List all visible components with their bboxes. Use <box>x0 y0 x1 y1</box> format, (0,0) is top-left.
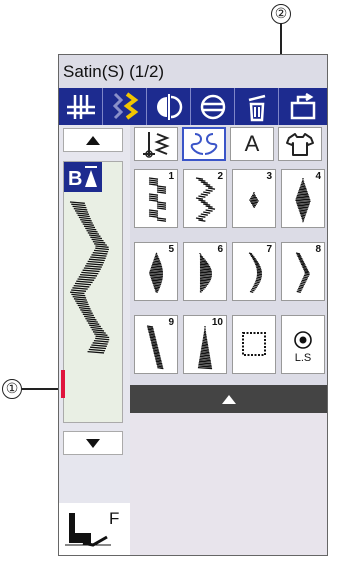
return-icon <box>290 92 316 119</box>
pattern-grid: 1 2 3 4 5 6 7 8 9 10 L.S <box>134 169 327 385</box>
pattern-slanted-bar[interactable]: 9 <box>134 315 178 374</box>
pattern-number: 9 <box>168 317 174 328</box>
pattern-number: 8 <box>315 244 321 255</box>
pattern-number: 1 <box>168 171 174 182</box>
mirror-image-button[interactable] <box>147 88 191 125</box>
page-up-icon <box>221 394 236 404</box>
pattern-number: 3 <box>266 171 272 182</box>
screen-title: Satin(S) (1/2) <box>59 55 327 88</box>
letter-a-icon: A <box>244 131 260 156</box>
pattern-number: 4 <box>315 171 321 182</box>
scroll-up-button[interactable] <box>63 128 123 152</box>
left-panel: B F <box>59 125 130 555</box>
toolbar <box>59 88 327 125</box>
satin-pattern-icon <box>190 133 218 155</box>
presser-foot-letter: F <box>109 509 120 528</box>
lock-stitch-icon <box>294 331 312 349</box>
lock-stitch-label: L.S <box>294 352 312 364</box>
delete-button[interactable] <box>235 88 279 125</box>
tab-garment[interactable] <box>278 127 322 161</box>
tab-letters[interactable]: A <box>230 127 274 161</box>
pattern-number: 6 <box>217 244 223 255</box>
twin-needle-button[interactable] <box>103 88 147 125</box>
pattern-dotted-square[interactable] <box>232 315 276 374</box>
return-button[interactable] <box>279 88 327 125</box>
needle-position-icon <box>66 94 95 119</box>
callout-1-leader <box>22 388 62 390</box>
pattern-number: 10 <box>211 317 223 328</box>
callout-2: ② <box>271 4 291 24</box>
stitch-preview: B <box>61 161 123 423</box>
pattern-chevron[interactable]: 8 <box>281 242 325 301</box>
pattern-number: 5 <box>168 244 174 255</box>
stitch-category-icon <box>143 132 170 158</box>
up-arrow-icon <box>86 135 100 145</box>
dotted-square-icon <box>242 332 266 356</box>
elongation-icon <box>200 94 225 119</box>
tab-stitch-category[interactable] <box>134 127 178 161</box>
callout-1: ① <box>2 379 22 399</box>
pattern-crescent[interactable]: 7 <box>232 242 276 301</box>
category-tabs: A <box>130 127 327 167</box>
preview-stitch-pattern <box>69 201 110 354</box>
pattern-half-moon[interactable]: 6 <box>183 242 227 301</box>
pattern-number: 2 <box>217 171 223 182</box>
page-scroll-bar[interactable] <box>130 385 327 413</box>
presser-foot-icon <box>65 513 111 547</box>
needle-position-button[interactable] <box>59 88 103 125</box>
tab-satin-patterns[interactable] <box>182 127 226 161</box>
down-arrow-icon <box>86 438 100 448</box>
garment-icon <box>286 133 314 156</box>
pattern-number: 7 <box>266 244 272 255</box>
delete-icon <box>248 94 265 121</box>
pattern-lock-stitch[interactable]: L.S <box>281 315 325 374</box>
mirror-image-icon <box>156 93 182 120</box>
needle-drop-marker <box>61 370 65 398</box>
lcd-screen: Satin(S) (1/2) B F A 1 2 3 4 5 6 7 8 9 1… <box>58 54 328 556</box>
pattern-info-area <box>130 413 327 555</box>
presser-foot-indicator: F <box>59 503 130 555</box>
pattern-zigzag-satin[interactable]: 2 <box>183 169 227 228</box>
pattern-long-diamond[interactable]: 4 <box>281 169 325 228</box>
pattern-triangle[interactable]: 10 <box>183 315 227 374</box>
pattern-small-diamond[interactable]: 3 <box>232 169 276 228</box>
twin-needle-icon <box>112 91 138 120</box>
scroll-down-button[interactable] <box>63 431 123 455</box>
pattern-half-leaf[interactable]: 5 <box>134 242 178 301</box>
pattern-zigzag-satin-double[interactable]: 1 <box>134 169 178 228</box>
elongation-button[interactable] <box>191 88 235 125</box>
